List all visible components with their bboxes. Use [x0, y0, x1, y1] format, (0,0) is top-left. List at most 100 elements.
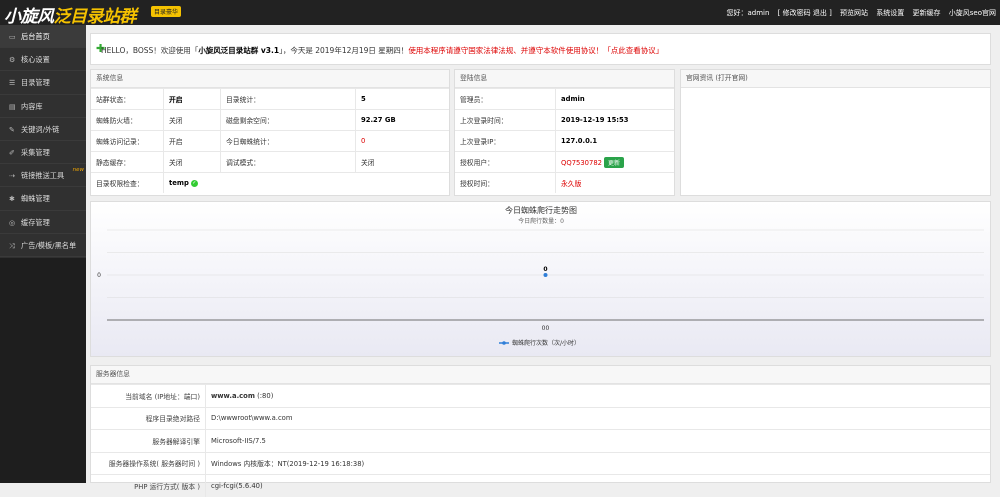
cell-label: 静态缓存： — [91, 151, 164, 173]
table-row: 授权用户： QQ7530782 更新 — [455, 151, 674, 173]
welcome-date: 」，今天是 2019年12月19日 星期四！ — [279, 46, 409, 55]
cell-value: 关闭 — [355, 151, 449, 173]
sidebar-menu: ▭ 后台首页 ⚙ 核心设置 ☰ 目录管理 ▤ 内容库 ✎ 关键词/外链 ✐ 采集管理 ⇢ 链接… — [0, 25, 86, 258]
cell-label: 调试模式： — [220, 151, 356, 173]
main-content: ✚ HELLO，BOSS！欢迎使用「小旋风泛目录站群 v3.1」，今天是 201… — [86, 25, 1000, 497]
sidebar-item-label: 后台首页 — [21, 32, 50, 41]
sidebar-item-cache[interactable]: ◎ 缓存管理 — [0, 211, 86, 234]
new-badge: new — [72, 167, 84, 174]
cell-value: QQ7530782 更新 — [555, 151, 674, 173]
domain-value: www.a.com — [211, 391, 255, 400]
cell-value: temp ✓ — [163, 172, 449, 193]
list-icon: ☰ — [9, 79, 16, 88]
logo-main: 小旋风 — [4, 7, 54, 27]
sidebar-background — [0, 258, 86, 483]
sidebar-item-label: 缓存管理 — [21, 217, 50, 227]
sidebar-item-keywords[interactable]: ✎ 关键词/外链 — [0, 118, 86, 141]
cell-label: 程序目录绝对路径 — [91, 406, 206, 430]
cell-label: 管理员： — [455, 88, 556, 110]
sidebar-item-home[interactable]: ▭ 后台首页 — [0, 25, 86, 49]
agreement-link[interactable]: 「点此查看协议」 — [603, 46, 663, 55]
sidebar-item-label: 目录管理 — [21, 78, 50, 88]
sidebar-item-label: 蜘蛛管理 — [21, 194, 50, 204]
sidebar-item-link-push[interactable]: ⇢ 链接推送工具 new — [0, 164, 86, 188]
change-password-logout-link[interactable]: [ 修改密码 退出 ] — [778, 9, 832, 17]
cell-value: www.a.com (:80) — [205, 384, 990, 407]
cache-icon: ◎ — [9, 218, 16, 227]
legend-item[interactable]: 蜘蛛爬行次数（次/小时） — [512, 339, 580, 347]
pencil-icon: ✐ — [9, 148, 15, 157]
panel-title: 登陆信息 — [455, 70, 674, 88]
table-row: 服务器解译引擎 Microsoft-IIS/7.5 — [91, 429, 990, 452]
shuffle-icon: ⤨ — [9, 241, 15, 250]
cell-value: cgi-fcgi(5.6.40) — [205, 474, 990, 497]
sidebar-item-ads-templates[interactable]: ⤨ 广告/模板/黑名单 — [0, 234, 86, 257]
cell-label: 今日蜘蛛统计： — [220, 130, 356, 152]
table-row: 当前域名 (IP地址：端口) www.a.com (:80) — [91, 384, 990, 407]
sidebar-item-content-library[interactable]: ▤ 内容库 — [0, 95, 86, 118]
cell-value: Microsoft-IIS/7.5 — [205, 429, 990, 452]
chart-subtitle: 今日爬行数量：0 — [518, 217, 564, 225]
preview-site-link[interactable]: 预览网站 — [840, 9, 868, 17]
cell-value: 2019-12-19 15:53 — [555, 109, 674, 131]
cell-label: 蜘蛛防火墙： — [91, 109, 164, 131]
x-tick-label: 00 — [542, 325, 550, 332]
cell-label: 目录统计： — [220, 88, 356, 110]
sidebar-item-label: 链接推送工具 — [21, 171, 65, 181]
cell-value: Windows 内核版本：NT(2019-12-19 16:18:38) — [205, 451, 990, 475]
monitor-icon: ▭ — [9, 33, 16, 41]
update-button[interactable]: 更新 — [603, 156, 624, 168]
table-row: 目录权限检查： temp ✓ — [91, 172, 449, 193]
greeting: 您好：admin — [726, 9, 770, 17]
chart-title: 今日蜘蛛爬行走势图 — [505, 205, 577, 215]
table-row: 授权时间： 永久版 — [455, 172, 674, 193]
sidebar-item-spider[interactable]: ✱ 蜘蛛管理 — [0, 187, 86, 211]
cell-value: 关闭 — [163, 109, 221, 131]
book-icon: ▤ — [9, 102, 16, 111]
license-user: QQ7530782 — [561, 158, 602, 167]
cell-value: 关闭 — [163, 151, 221, 173]
news-title-link[interactable]: 官网资讯 (打开官网) — [681, 70, 990, 88]
official-site-link[interactable]: 小旋风seo官网 — [949, 9, 996, 17]
update-cache-link[interactable]: 更新缓存 — [913, 9, 941, 17]
cell-value: 127.0.0.1 — [555, 130, 674, 152]
logo-sub: 泛目录站群 — [53, 7, 137, 27]
gear-icon: ⚙ — [9, 56, 16, 65]
welcome-hello: HELLO，BOSS！欢迎使用「 — [101, 46, 199, 55]
cell-value: 永久版 — [555, 172, 674, 193]
table-row: 程序目录绝对路径 D:\wwwroot\www.a.com — [91, 406, 990, 430]
cell-value: 0 — [355, 130, 449, 152]
cell-label: 目录权限检查： — [91, 172, 164, 193]
cell-label: 授权时间： — [455, 172, 556, 193]
news-panel: 官网资讯 (打开官网) — [680, 69, 991, 196]
table-row: 服务器操作系统( 服务器时间 ) Windows 内核版本：NT(2019-12-… — [91, 451, 990, 475]
sidebar-item-label: 核心设置 — [21, 55, 50, 65]
login-info-panel: 登陆信息 管理员： admin 上次登录时间： 2019-12-19 15:53 上… — [454, 69, 675, 196]
sidebar-item-directory[interactable]: ☰ 目录管理 — [0, 71, 86, 95]
check-icon: ✓ — [190, 179, 198, 187]
sidebar-item-label: 内容库 — [21, 101, 43, 111]
cell-value: 92.27 GB — [355, 109, 449, 131]
system-info-table: 站群状态： 开启 目录统计： 5 蜘蛛防火墙： 关闭 磁盘剩余空间： 92.27 GB 蜘蛛… — [91, 88, 449, 193]
spider-icon: ✱ — [9, 195, 15, 204]
welcome-banner: ✚ HELLO，BOSS！欢迎使用「小旋风泛目录站群 v3.1」，今天是 201… — [90, 33, 991, 65]
chart-background — [91, 202, 990, 356]
push-icon: ⇢ — [9, 172, 15, 181]
sidebar-item-core-settings[interactable]: ⚙ 核心设置 — [0, 48, 86, 72]
cell-value: 开启 — [163, 130, 221, 152]
cell-label: 授权用户： — [455, 151, 556, 173]
sidebar-item-label: 广告/模板/黑名单 — [21, 240, 77, 250]
cell-value: D:\wwwroot\www.a.com — [205, 406, 990, 430]
spider-chart: 今日蜘蛛爬行走势图 今日爬行数量：0 000 0 蜘蛛爬行次数（次/小时） — [91, 202, 990, 356]
spider-chart-panel: 今日蜘蛛爬行走势图 今日爬行数量：0 0 00 0 蜘蛛爬行次数（次/小时） — [90, 201, 991, 357]
product-name: 小旋风泛目录站群 v3.1 — [198, 46, 280, 55]
cell-label: 站群状态： — [91, 88, 164, 110]
table-row: 蜘蛛防火墙： 关闭 磁盘剩余空间： 92.27 GB — [91, 109, 449, 131]
system-settings-link[interactable]: 系统设置 — [876, 9, 904, 17]
cell-label: 磁盘剩余空间： — [220, 109, 356, 131]
sidebar: ▭ 后台首页 ⚙ 核心设置 ☰ 目录管理 ▤ 内容库 ✎ 关键词/外链 ✐ 采集管理 ⇢ 链接… — [0, 25, 86, 483]
top-nav: 您好：admin [ 修改密码 退出 ] 预览网站 系统设置 更新缓存 小旋风s… — [721, 8, 997, 18]
cell-value: 开启 — [163, 88, 221, 110]
cell-label: 服务器操作系统( 服务器时间 ) — [91, 451, 206, 475]
cell-label: 服务器解译引擎 — [91, 429, 206, 452]
